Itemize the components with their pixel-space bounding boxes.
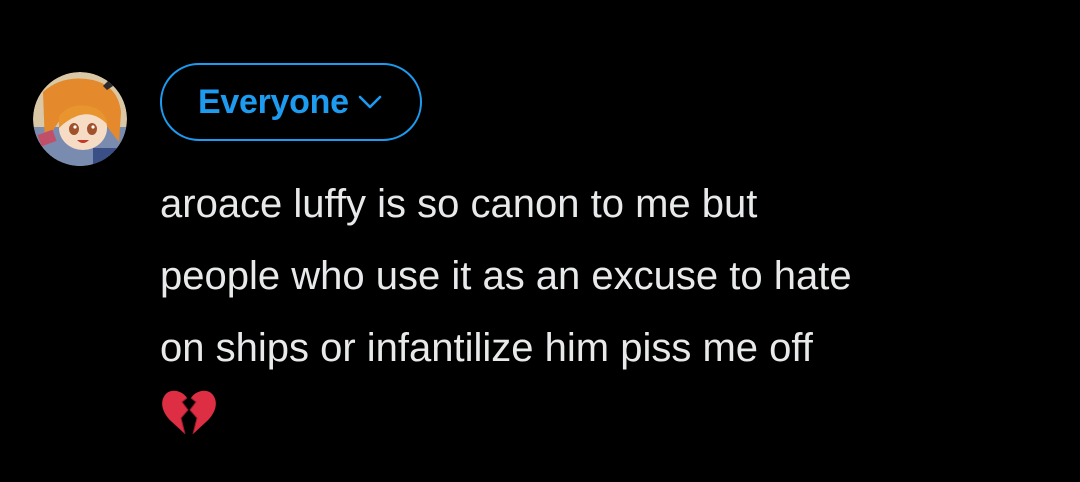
broken-heart-icon [160, 388, 218, 438]
post-text-line: aroace luffy is so canon to me but [160, 182, 758, 226]
post-text-input[interactable]: aroace luffy is so canon to me but peopl… [160, 168, 1065, 384]
post-text-line: people who use it as an excuse to hate [160, 254, 852, 298]
post-composer: Everyone aroace luffy is so canon to me … [0, 0, 1080, 482]
post-text-line: on ships or infantilize him piss me off [160, 326, 813, 370]
avatar-image [33, 72, 127, 166]
user-avatar[interactable] [33, 72, 127, 166]
audience-selector-button[interactable]: Everyone [160, 63, 422, 141]
chevron-down-icon [357, 94, 383, 110]
audience-label: Everyone [198, 82, 349, 121]
